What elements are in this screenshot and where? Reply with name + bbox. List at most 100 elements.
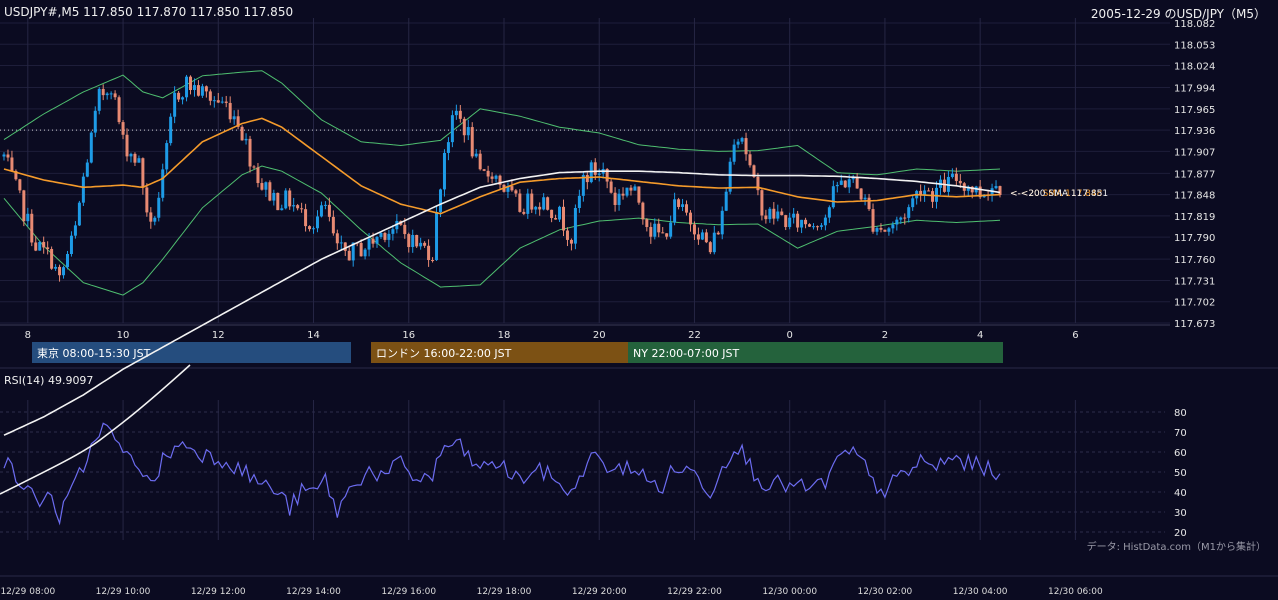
- candle-body: [613, 192, 617, 205]
- candle-body: [196, 85, 200, 96]
- candle-body: [482, 169, 486, 171]
- time-label: 12/30 02:00: [858, 587, 913, 597]
- candle-body: [375, 236, 379, 244]
- session-label: NY 22:00-07:00 JST: [633, 347, 740, 360]
- price-tick-label: 117.790: [1174, 233, 1215, 244]
- candle-body: [296, 205, 300, 209]
- candle-body: [260, 183, 264, 190]
- candle-body: [339, 242, 343, 244]
- candle-body: [712, 232, 716, 253]
- candle-body: [641, 202, 645, 220]
- price-y-axis: 118.082 118.053 118.024 117.994 117.965 117.9…: [1174, 19, 1215, 330]
- candle-body: [200, 86, 204, 96]
- candle-body: [427, 245, 431, 261]
- sma200-line: [3, 170, 1001, 436]
- candle-body: [617, 193, 621, 205]
- candle-body: [669, 222, 673, 237]
- candle-body: [431, 260, 435, 262]
- hour-label: 22: [688, 330, 701, 341]
- candle-body: [657, 223, 661, 233]
- time-label: 12/30 06:00: [1048, 587, 1103, 597]
- candle-body: [161, 169, 165, 198]
- hour-label: 0: [787, 330, 793, 341]
- candle-body: [157, 197, 161, 218]
- rsi-title: RSI(14) 49.9097: [4, 374, 93, 387]
- candle-body: [629, 187, 633, 191]
- candle-body: [780, 211, 784, 216]
- session-label: ロンドン 16:00-22:00 JST: [376, 347, 512, 360]
- candle-body: [129, 153, 133, 157]
- candle-body: [462, 118, 466, 136]
- candle-body: [446, 142, 450, 153]
- candle-body: [312, 228, 316, 230]
- candle-body: [288, 190, 292, 207]
- price-tick-label: 117.702: [1174, 298, 1215, 309]
- candle-body: [577, 195, 581, 208]
- candle-body: [46, 247, 50, 249]
- candle-body: [609, 181, 613, 193]
- candle-body: [994, 186, 998, 189]
- candle-body: [867, 197, 871, 210]
- candle-body: [101, 88, 105, 96]
- session-label: 東京 08:00-15:30 JST: [37, 346, 151, 360]
- candle-body: [442, 152, 446, 190]
- candle-body: [954, 173, 958, 181]
- candle-body: [704, 232, 708, 243]
- candle-body: [597, 173, 601, 175]
- candle-body: [300, 208, 304, 210]
- candle-body: [383, 232, 387, 240]
- candle-body: [411, 234, 415, 248]
- candle-body: [621, 193, 625, 196]
- candle-body: [490, 176, 494, 179]
- data-source-note: データ: HistData.com（M1から集計）: [1087, 540, 1266, 553]
- candle-body: [343, 242, 347, 251]
- candle-body: [653, 223, 657, 237]
- candle-body: [149, 212, 153, 222]
- rsi-tick-label: 70: [1174, 428, 1187, 439]
- candle-body: [708, 242, 712, 253]
- candle-body: [554, 218, 558, 220]
- candle-body: [510, 186, 514, 191]
- candle-body: [109, 93, 113, 95]
- candle-body: [831, 186, 835, 208]
- candle-body: [811, 226, 815, 228]
- candle-body: [677, 199, 681, 207]
- candle-body: [796, 213, 800, 228]
- time-label: 12/30 04:00: [953, 587, 1008, 597]
- candle-body: [212, 100, 216, 102]
- time-label: 12/30 00:00: [762, 587, 817, 597]
- candle-body: [843, 180, 847, 188]
- candle-body: [50, 248, 54, 269]
- candle-body: [454, 110, 458, 116]
- candle-body: [494, 175, 498, 179]
- candle-body: [327, 204, 331, 217]
- candle-body: [565, 230, 569, 240]
- candle-body: [228, 102, 232, 120]
- candle-body: [34, 242, 38, 251]
- candle-body: [308, 226, 312, 230]
- candle-body: [6, 154, 10, 158]
- hour-label: 4: [977, 330, 983, 341]
- candle-body: [185, 76, 189, 98]
- price-tick-label: 118.053: [1174, 40, 1215, 51]
- candle-body: [165, 143, 169, 170]
- candle-body: [379, 232, 383, 237]
- candle-body: [696, 234, 700, 240]
- candle-body: [216, 100, 220, 103]
- candle-body: [54, 266, 58, 269]
- candle-body: [863, 197, 867, 200]
- session-bars: 東京 08:00-15:30 JST ロンドン 16:00-22:00 JST NY…: [0, 342, 1278, 369]
- price-tick-label: 118.024: [1174, 62, 1215, 73]
- candle-body: [744, 138, 748, 155]
- candle-body: [716, 232, 720, 235]
- candle-body: [871, 209, 875, 232]
- time-label: 12/29 08:00: [0, 587, 55, 597]
- candle-body: [474, 153, 478, 157]
- candle-body: [252, 166, 256, 168]
- candle-body: [486, 170, 490, 177]
- candle-body: [526, 193, 530, 214]
- rsi-tick-label: 60: [1174, 448, 1187, 459]
- candle-body: [792, 213, 796, 218]
- candle-body: [38, 241, 42, 251]
- candle-body: [304, 209, 308, 227]
